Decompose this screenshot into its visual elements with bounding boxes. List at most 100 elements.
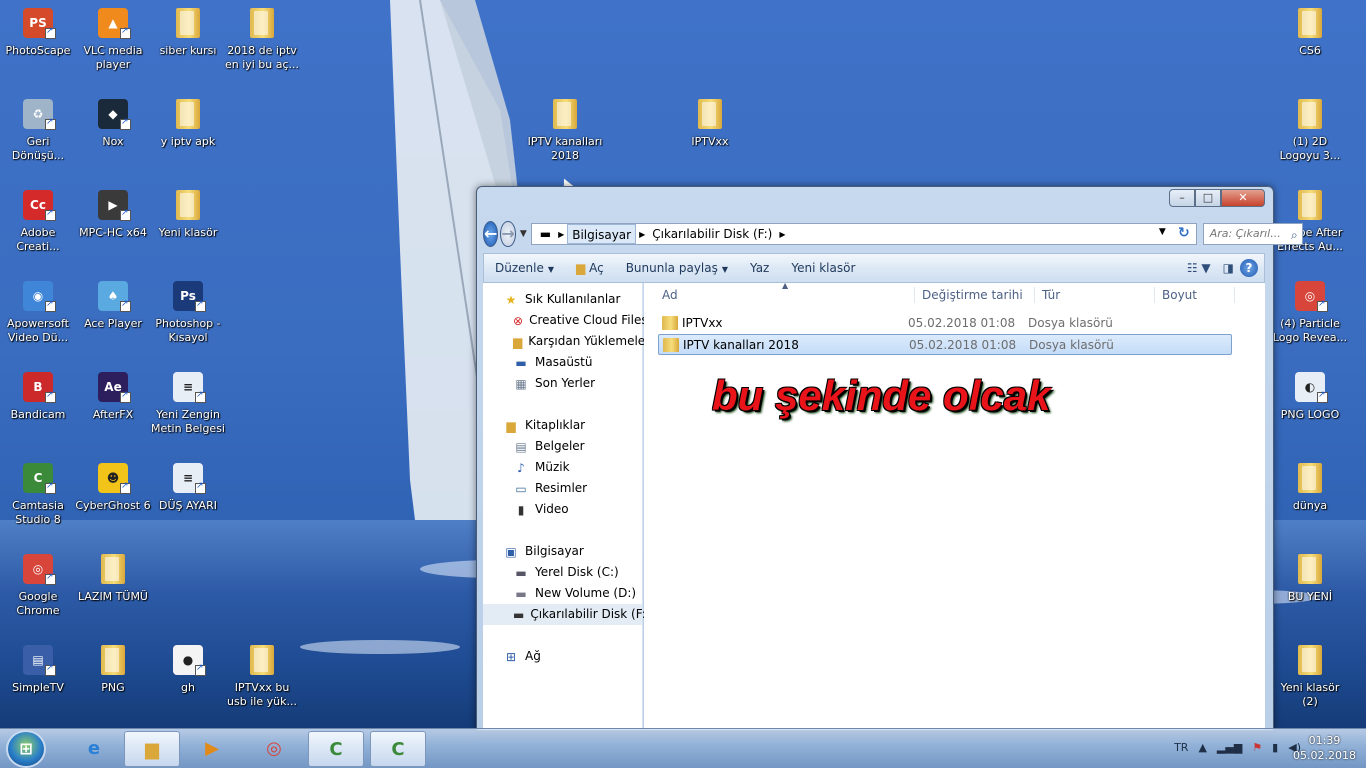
mpc-icon: ▶: [97, 190, 131, 222]
refresh-icon[interactable]: ↻: [1178, 225, 1190, 241]
breadcrumb-removable-disk[interactable]: Çıkarılabilir Disk (F:): [648, 224, 776, 244]
desktop-icon-2dlogo[interactable]: (1) 2D Logoyu 3...: [1272, 99, 1348, 163]
view-options-icon[interactable]: ☷ ▼: [1187, 261, 1211, 275]
folder-icon: [1294, 99, 1326, 131]
desktop-icon-gh[interactable]: ● gh: [150, 645, 226, 695]
desktop-icon-iptvxxbu[interactable]: IPTVxx bu usb ile yük...: [224, 645, 300, 709]
taskbar-chrome[interactable]: ◎: [246, 731, 302, 767]
help-icon[interactable]: ?: [1240, 259, 1258, 277]
desktop-icon-photoscape[interactable]: PS PhotoScape: [0, 8, 76, 58]
desktop-icon-bandicam[interactable]: B Bandicam: [0, 372, 76, 422]
taskbar-explorer[interactable]: ▆: [124, 731, 180, 767]
desktop-icon-adobe[interactable]: Cc Adobe Creati...: [0, 190, 76, 254]
shortcut-arrow-icon: [120, 390, 131, 403]
desktop-icon-iptvxx[interactable]: IPTVxx: [672, 99, 748, 149]
close-button[interactable]: ✕: [1221, 189, 1265, 207]
desktop-icon-yenizengin[interactable]: ≡ Yeni Zengin Metin Belgesi: [150, 372, 226, 436]
network-signal-icon[interactable]: ▂▄▆: [1217, 741, 1242, 754]
nav-drive-f[interactable]: ▬ Çıkarılabilir Disk (F:): [483, 604, 650, 625]
desktop-icon-yeniklasor[interactable]: Yeni klasör: [150, 190, 226, 240]
navigation-pane: ★ Sık Kullanılanlar ⊗ Creative Cloud Files…: [483, 283, 650, 730]
nav-recent-places[interactable]: ▦ Son Yerler: [483, 373, 642, 394]
language-indicator[interactable]: TR: [1174, 741, 1188, 754]
column-name[interactable]: Ad: [662, 288, 678, 302]
organize-menu[interactable]: Düzenle ▼: [484, 261, 565, 275]
back-button[interactable]: ←: [483, 221, 499, 247]
desktop-icon-mpc[interactable]: ▶ MPC-HC x64: [75, 190, 151, 240]
desktop-icon-dunya[interactable]: dünya: [1272, 463, 1348, 513]
desktop-icon-afterfx[interactable]: Ae AfterFX: [75, 372, 151, 422]
desktop-icon-yiptv[interactable]: y iptv apk: [150, 99, 226, 149]
nav-computer[interactable]: ▣ Bilgisayar: [483, 541, 642, 562]
battery-icon[interactable]: ▮: [1272, 741, 1278, 754]
nav-pictures[interactable]: ▭ Resimler: [483, 478, 642, 499]
preview-pane-icon[interactable]: ◨: [1223, 261, 1234, 275]
desktop-icon-gerid[interactable]: ♻ Geri Dönüşü...: [0, 99, 76, 163]
explorer-window[interactable]: – □ ✕ ← → ▼ ▬ ▶ Bilgisayar ▶ Çıkarılabil…: [476, 186, 1303, 731]
minimize-button[interactable]: –: [1169, 189, 1195, 207]
nav-music[interactable]: ♪ Müzik: [483, 457, 642, 478]
desktop-icon-label: CyberGhost 6: [75, 499, 151, 512]
column-size[interactable]: Boyut: [1162, 288, 1197, 302]
taskbar-ie[interactable]: e: [66, 731, 122, 767]
taskbar-camtasia[interactable]: C: [308, 731, 364, 767]
share-menu[interactable]: Bununla paylaş ▼: [615, 261, 739, 275]
address-bar[interactable]: ▬ ▶ Bilgisayar ▶ Çıkarılabilir Disk (F:)…: [530, 223, 1197, 245]
nav-creative-cloud[interactable]: ⊗ Creative Cloud Files: [483, 310, 648, 331]
desktop-icon-yeniklasor2[interactable]: Yeni klasör (2): [1272, 645, 1348, 709]
forward-button[interactable]: →: [500, 221, 516, 247]
desktop-icon-lazim[interactable]: LAZIM TÜMÜ: [75, 554, 151, 604]
open-button[interactable]: ▆ Aç: [565, 261, 615, 275]
chevron-right-icon[interactable]: ▶: [555, 230, 567, 239]
nav-drive-d[interactable]: ▬ New Volume (D:): [483, 583, 642, 604]
desktop-icon-dusayari[interactable]: ≡ DÜŞ AYARI: [150, 463, 226, 513]
nav-videos[interactable]: ▮ Video: [483, 499, 642, 520]
file-row[interactable]: IPTVxx 05.02.2018 01:08 Dosya klasörü: [658, 313, 1232, 334]
nav-favorites[interactable]: ★ Sık Kullanılanlar: [483, 289, 642, 310]
nav-network[interactable]: ⊞ Ağ: [483, 646, 642, 667]
desktop-icon-particle[interactable]: ◎ (4) Particle Logo Revea...: [1272, 281, 1348, 345]
desktop-icon-cs6[interactable]: CS6: [1272, 8, 1348, 58]
nav-documents[interactable]: ▤ Belgeler: [483, 436, 642, 457]
maximize-button[interactable]: □: [1195, 189, 1221, 207]
nav-downloads[interactable]: ▆ Karşıdan Yüklemeler: [483, 331, 650, 352]
file-row[interactable]: IPTV kanalları 2018 05.02.2018 01:08 Dosya…: [658, 334, 1232, 355]
desktop-icon-buyeni[interactable]: BU YENİ: [1272, 554, 1348, 604]
desktop-icon-ace[interactable]: ♠ Ace Player: [75, 281, 151, 331]
nav-drive-c[interactable]: ▬ Yerel Disk (C:): [483, 562, 642, 583]
desktop-icon-camtasia[interactable]: C Camtasia Studio 8: [0, 463, 76, 527]
chevron-right-icon[interactable]: ▶: [776, 230, 788, 239]
nav-desktop[interactable]: ▬ Masaüstü: [483, 352, 642, 373]
desktop-icon-label: SimpleTV: [12, 681, 64, 694]
desktop-icon-iptvkanal2018[interactable]: IPTV kanalları 2018: [527, 99, 603, 163]
breadcrumb-computer[interactable]: Bilgisayar: [567, 224, 637, 244]
desktop-icon-photoshop[interactable]: Ps Photoshop - Kısayol: [150, 281, 226, 345]
taskbar-camtasia-recorder[interactable]: C: [370, 731, 426, 767]
address-dropdown-icon[interactable]: ▼: [1159, 227, 1166, 237]
desktop-icon-pnglogo[interactable]: ◐ PNG LOGO: [1272, 372, 1348, 422]
search-input[interactable]: Ara: Çıkarıl... ⌕: [1202, 223, 1303, 245]
desktop-icon-apower[interactable]: ◉ Apowersoft Video Dü...: [0, 281, 76, 345]
nav-libraries[interactable]: ▆ Kitaplıklar: [483, 415, 642, 436]
column-date[interactable]: Değiştirme tarihi: [922, 288, 1023, 302]
new-folder-button[interactable]: Yeni klasör: [780, 261, 866, 275]
column-type[interactable]: Tür: [1042, 288, 1060, 302]
desktop-icon-png[interactable]: PNG: [75, 645, 151, 695]
flag-icon[interactable]: ⚑: [1252, 741, 1262, 754]
search-icon[interactable]: ⌕: [1291, 225, 1298, 245]
desktop-icon-cyberghost[interactable]: ☻ CyberGhost 6: [75, 463, 151, 513]
desktop-icon-siber[interactable]: siber kursı: [150, 8, 226, 58]
chevron-right-icon[interactable]: ▶: [636, 230, 648, 239]
desktop-icon-chrome[interactable]: ◎ Google Chrome: [0, 554, 76, 618]
desktop-icon-nox[interactable]: ◆ Nox: [75, 99, 151, 149]
recent-pages-dropdown[interactable]: ▼: [520, 229, 527, 239]
burn-button[interactable]: Yaz: [739, 261, 780, 275]
start-button[interactable]: ⊞: [6, 730, 46, 768]
clock[interactable]: 01:39 05.02.2018: [1293, 733, 1356, 763]
desktop-icon-iptv2018[interactable]: 2018 de iptv en iyi bu aç...: [224, 8, 300, 72]
show-hidden-icons-icon[interactable]: ▲: [1198, 741, 1206, 754]
desktop-icon-simpletv[interactable]: ▤ SimpleTV: [0, 645, 76, 695]
desktop-icon-vlc[interactable]: ▲ VLC media player: [75, 8, 151, 72]
afterfx-icon: Ae: [97, 372, 131, 404]
taskbar-media-player[interactable]: ▶: [184, 731, 240, 767]
